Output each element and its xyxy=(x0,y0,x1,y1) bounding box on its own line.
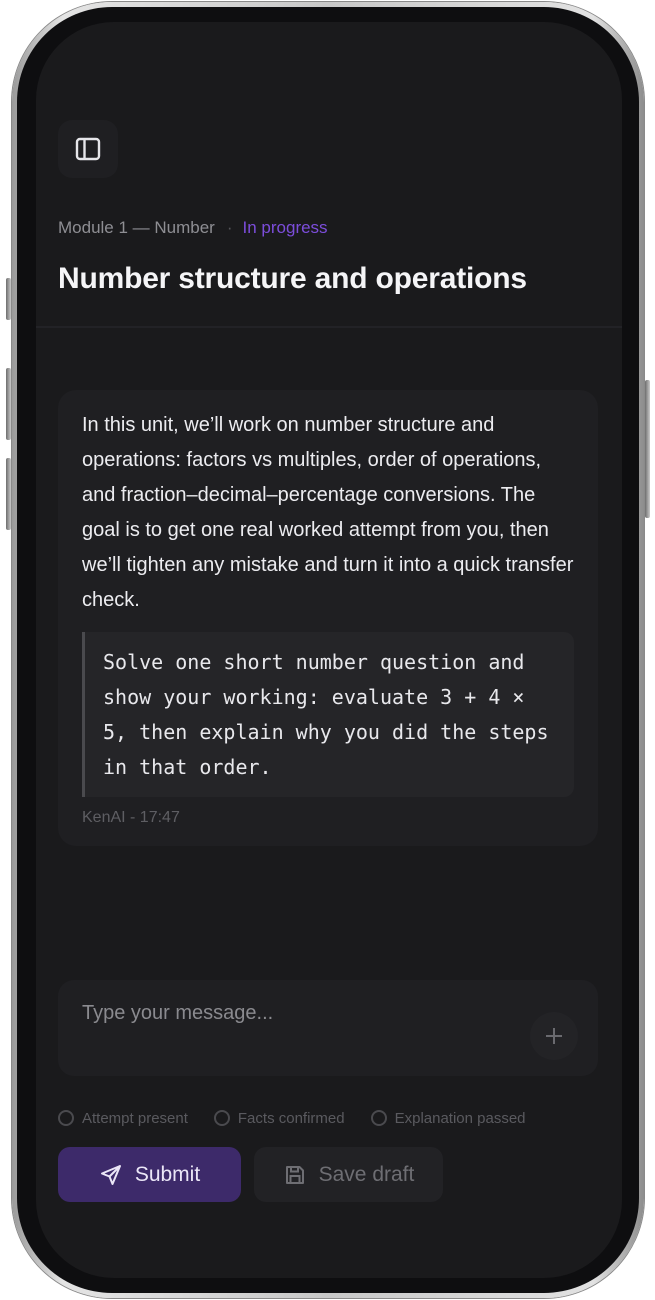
message-text: In this unit, we’ll work on number struc… xyxy=(82,414,574,611)
plus-icon xyxy=(544,1026,564,1046)
task-blockquote: Solve one short number question and show… xyxy=(82,632,574,797)
status-badge: In progress xyxy=(242,218,328,237)
save-draft-label: Save draft xyxy=(318,1162,415,1186)
breadcrumb-separator: · xyxy=(226,218,233,237)
assistant-message: In this unit, we’ll work on number struc… xyxy=(58,390,598,846)
check-explanation-passed[interactable]: Explanation passed xyxy=(370,1109,526,1127)
submit-button[interactable]: Submit xyxy=(58,1147,241,1202)
module-label: Module 1 — Number xyxy=(58,218,215,237)
send-icon xyxy=(99,1163,123,1187)
header-divider xyxy=(36,326,622,328)
unchecked-circle-icon xyxy=(58,1110,74,1126)
check-label: Facts confirmed xyxy=(237,1109,345,1127)
side-button-power xyxy=(645,380,650,518)
check-attempt-present[interactable]: Attempt present xyxy=(58,1110,188,1127)
sidebar-toggle-icon xyxy=(74,135,102,163)
checklist: Attempt present Facts confirmed Explanat… xyxy=(58,1107,552,1129)
message-input[interactable] xyxy=(82,998,512,1028)
save-draft-button[interactable]: Save draft xyxy=(254,1147,443,1202)
message-composer xyxy=(58,980,598,1076)
app-screen: Module 1 — Number · In progress Number str… xyxy=(36,22,622,1278)
check-label: Explanation passed xyxy=(394,1109,526,1127)
breadcrumb: Module 1 — Number · In progress xyxy=(58,218,328,238)
save-icon xyxy=(283,1163,307,1187)
add-attachment-button[interactable] xyxy=(530,1012,578,1060)
side-button-action xyxy=(6,278,11,320)
check-label: Attempt present xyxy=(82,1109,188,1127)
unchecked-circle-icon xyxy=(370,1110,387,1126)
sidebar-toggle-button[interactable] xyxy=(58,120,118,178)
check-facts-confirmed[interactable]: Facts confirmed xyxy=(213,1109,345,1127)
message-meta: KenAI - 17:47 xyxy=(82,809,180,826)
unchecked-circle-icon xyxy=(213,1110,230,1126)
submit-label: Submit xyxy=(134,1162,201,1186)
side-button-volume-down xyxy=(6,458,11,530)
side-button-volume-up xyxy=(6,368,11,440)
page-title: Number structure and operations xyxy=(58,262,527,295)
